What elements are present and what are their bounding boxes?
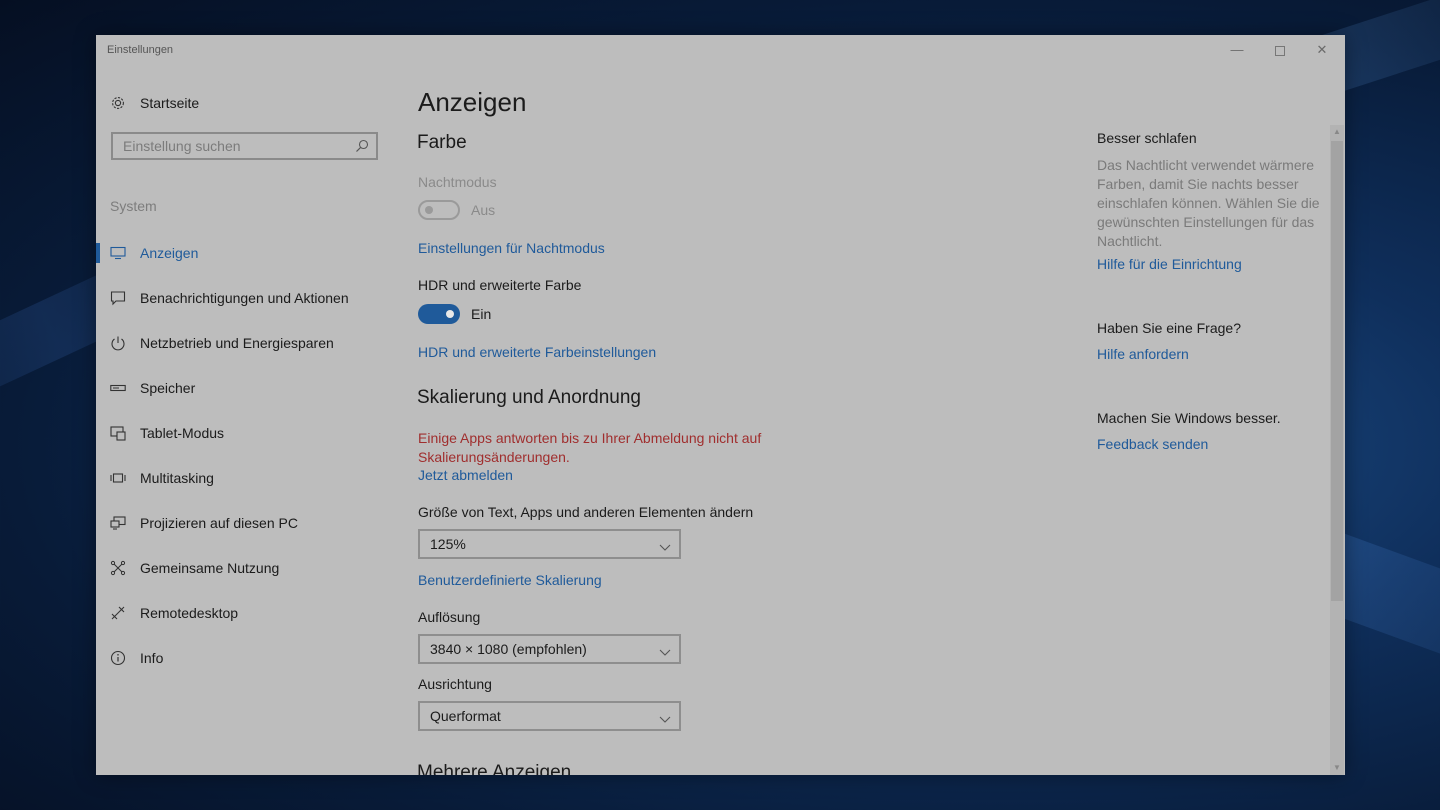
resolution-dropdown[interactable]: 3840 × 1080 (empfohlen) <box>418 634 681 664</box>
scroll-thumb[interactable] <box>1331 141 1343 601</box>
scaling-heading: Skalierung und Anordnung <box>417 387 641 408</box>
minimize-button[interactable]: — <box>1222 39 1252 61</box>
sidebar-item-tablet-mode[interactable]: Tablet-Modus <box>96 410 386 455</box>
chevron-down-icon <box>659 539 671 551</box>
hdr-state: Ein <box>471 306 492 322</box>
resolution-label: Auflösung <box>418 609 481 625</box>
sidebar-item-storage[interactable]: Speicher <box>96 365 386 410</box>
night-mode-settings-link[interactable]: Einstellungen für Nachtmodus <box>418 240 605 256</box>
home-link[interactable]: Startseite <box>110 93 199 113</box>
tablet-mode-icon <box>110 425 126 441</box>
sidebar-item-multitasking[interactable]: Multitasking <box>96 455 386 500</box>
notification-icon <box>110 290 126 306</box>
night-mode-label: Nachtmodus <box>418 174 497 190</box>
send-feedback-link[interactable]: Feedback senden <box>1097 436 1208 452</box>
sidebar-item-label: Info <box>140 649 164 666</box>
toggle-knob <box>425 206 433 214</box>
sidebar-item-label: Multitasking <box>140 469 214 486</box>
window-title: Einstellungen <box>107 44 174 56</box>
remote-desktop-icon <box>110 605 126 621</box>
sidebar-item-info[interactable]: Info <box>96 635 386 680</box>
sidebar-item-display[interactable]: Anzeigen <box>96 230 386 275</box>
scroll-up-icon[interactable]: ▲ <box>1332 127 1342 137</box>
night-mode-state: Aus <box>471 202 496 218</box>
display-icon <box>110 245 126 261</box>
orientation-value: Querformat <box>430 708 501 724</box>
sidebar-item-label: Tablet-Modus <box>140 424 225 441</box>
sidebar-item-label: Remotedesktop <box>140 604 239 621</box>
chevron-down-icon <box>659 711 671 723</box>
multitasking-icon <box>110 470 126 486</box>
custom-scaling-link[interactable]: Benutzerdefinierte Skalierung <box>418 572 602 588</box>
section-label-system: System <box>110 198 157 214</box>
search-input[interactable] <box>113 134 363 158</box>
share-icon <box>110 560 126 576</box>
orientation-dropdown[interactable]: Querformat <box>418 701 681 731</box>
maximize-icon <box>1275 45 1285 56</box>
signout-link[interactable]: Jetzt abmelden <box>418 467 513 483</box>
sidebar-item-power[interactable]: Netzbetrieb und Energiesparen <box>96 320 386 365</box>
sidebar-item-shared-experiences[interactable]: Gemeinsame Nutzung <box>96 545 386 590</box>
question-heading: Haben Sie eine Frage? <box>1097 320 1241 336</box>
sidebar-item-project[interactable]: Projizieren auf diesen PC <box>96 500 386 545</box>
project-icon <box>110 515 126 531</box>
sidebar-item-label: Netzbetrieb und Energiesparen <box>140 334 334 351</box>
vertical-scrollbar[interactable]: ▲ ▼ <box>1330 125 1345 775</box>
sidebar-item-label: Gemeinsame Nutzung <box>140 559 280 576</box>
hdr-settings-link[interactable]: HDR und erweiterte Farbeinstellungen <box>418 344 656 360</box>
scale-value: 125% <box>430 536 466 552</box>
storage-icon <box>110 380 126 396</box>
color-heading: Farbe <box>417 132 467 153</box>
sleep-heading: Besser schlafen <box>1097 130 1197 146</box>
get-help-link[interactable]: Hilfe anfordern <box>1097 346 1189 362</box>
maximize-button[interactable] <box>1265 39 1295 61</box>
sidebar-item-label: Speicher <box>140 379 196 396</box>
resolution-value: 3840 × 1080 (empfohlen) <box>430 641 587 657</box>
title-bar: Einstellungen — ✕ <box>96 35 1345 65</box>
feedback-heading: Machen Sie Windows besser. <box>1097 410 1281 426</box>
chevron-down-icon <box>659 644 671 656</box>
night-mode-toggle[interactable] <box>418 200 460 220</box>
sidebar-item-label: Benachrichtigungen und Aktionen <box>140 289 349 306</box>
sidebar-item-remote-desktop[interactable]: Remotedesktop <box>96 590 386 635</box>
info-icon <box>110 650 126 666</box>
sidebar-item-label: Anzeigen <box>140 244 199 261</box>
sidebar-nav: Anzeigen Benachrichtigungen und Aktionen… <box>96 230 386 680</box>
multiple-displays-heading: Mehrere Anzeigen <box>417 762 572 775</box>
scaling-warning: Einige Apps antworten bis zu Ihrer Abmel… <box>418 430 762 465</box>
search-icon[interactable] <box>355 139 369 153</box>
home-label: Startseite <box>140 95 200 111</box>
scale-dropdown[interactable]: 125% <box>418 529 681 559</box>
hdr-label: HDR und erweiterte Farbe <box>418 277 582 293</box>
power-icon <box>110 335 126 351</box>
size-label: Größe von Text, Apps und anderen Element… <box>418 504 754 520</box>
sidebar-item-label: Projizieren auf diesen PC <box>140 514 298 531</box>
sleep-text: Das Nachtlicht verwendet wärmere Farben,… <box>1097 157 1320 249</box>
settings-search[interactable] <box>111 132 378 160</box>
gear-icon <box>110 95 126 111</box>
orientation-label: Ausrichtung <box>418 676 492 692</box>
close-button[interactable]: ✕ <box>1307 39 1337 61</box>
page-title: Anzeigen <box>418 87 527 117</box>
sidebar-item-notifications[interactable]: Benachrichtigungen und Aktionen <box>96 275 386 320</box>
hdr-toggle[interactable] <box>418 304 460 324</box>
settings-window: Einstellungen — ✕ Startseite System Anze… <box>96 35 1345 775</box>
scroll-down-icon[interactable]: ▼ <box>1332 763 1342 773</box>
setup-help-link[interactable]: Hilfe für die Einrichtung <box>1097 256 1242 272</box>
toggle-knob <box>446 310 454 318</box>
